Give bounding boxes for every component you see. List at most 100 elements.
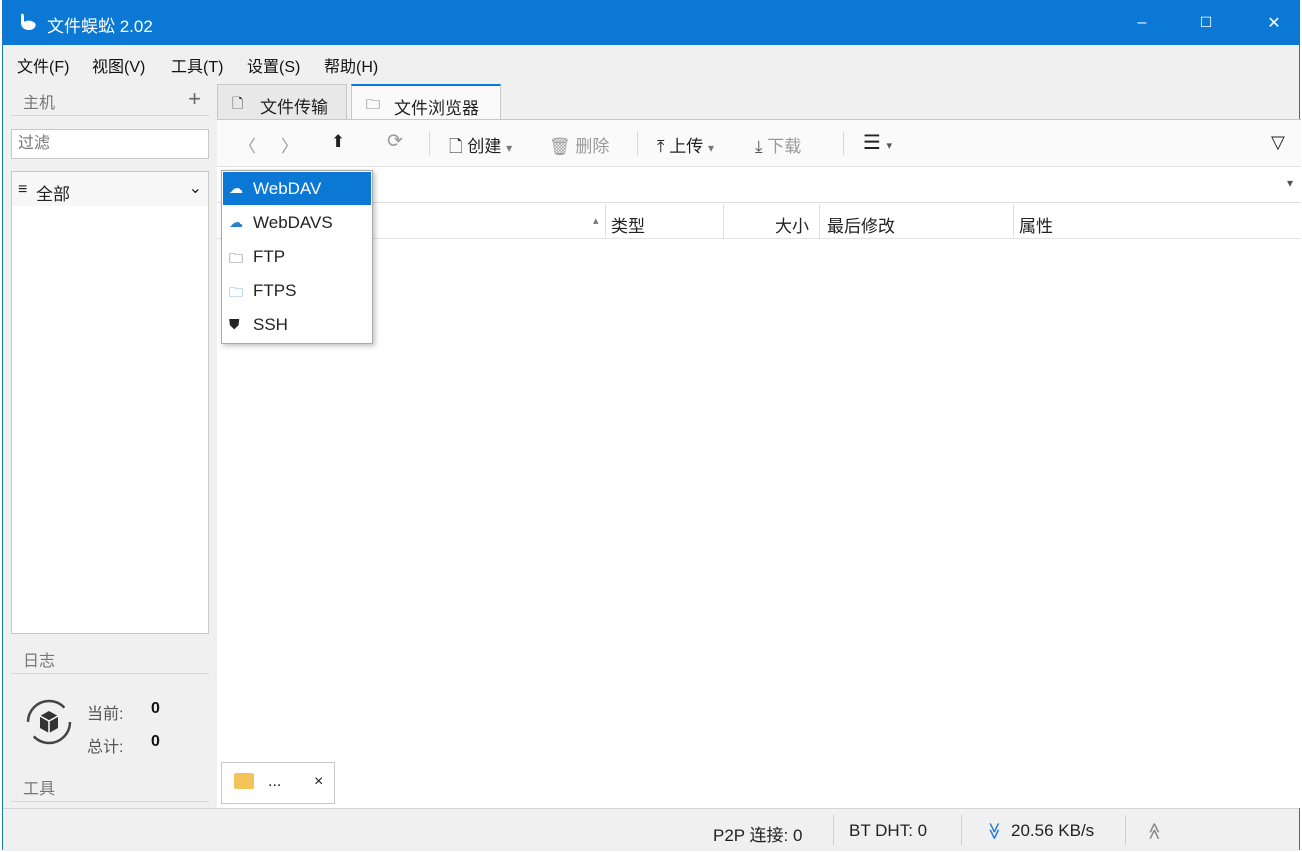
folder-icon bbox=[234, 773, 254, 789]
caret-down-icon: ▾ bbox=[886, 140, 893, 152]
app-window: 文件蜈蚣 2.02 – ☐ ✕ 文件(F) 视图(V) 工具(T) 设置(S) … bbox=[2, 0, 1301, 851]
host-group-value: 全部 bbox=[36, 185, 70, 204]
up-button[interactable]: ⬆ bbox=[331, 132, 345, 152]
menu-item-label: WebDAV bbox=[253, 179, 322, 198]
download-speed: 20.56 KB/s bbox=[1011, 821, 1095, 840]
menu-item-label: FTP bbox=[253, 247, 286, 266]
title-bar: 文件蜈蚣 2.02 – ☐ ✕ bbox=[3, 0, 1299, 45]
menu-settings[interactable]: 设置(S) bbox=[247, 53, 300, 77]
upload-button[interactable]: ⤒ 上传 ▾ bbox=[657, 132, 714, 157]
caret-down-icon: ▾ bbox=[707, 141, 715, 155]
host-filter-field[interactable] bbox=[11, 129, 209, 159]
forward-button[interactable]: 〉 bbox=[281, 132, 298, 157]
cloud-icon: ☁ bbox=[229, 180, 243, 196]
column-attributes[interactable]: 属性 bbox=[1019, 212, 1053, 237]
folder-tab-label: ... bbox=[268, 773, 282, 790]
total-label: 总计: bbox=[87, 739, 124, 756]
download-speed-icon: ≫ bbox=[984, 822, 1004, 840]
log-title: 日志 bbox=[23, 653, 56, 670]
tools-title: 工具 bbox=[23, 781, 56, 798]
host-group-select[interactable]: ≡ 全部 ⌄ bbox=[11, 171, 209, 207]
close-button[interactable]: ✕ bbox=[1251, 0, 1297, 45]
browser-toolbar: 〈 〉 ⬆ ⟳ 🗋 创建 ▾ 🗑 删除 ⤒ 上传 ▾ ⤓ 下载 ☰ ▾ ▽ bbox=[217, 120, 1301, 167]
address-bar[interactable]: ▾ bbox=[217, 168, 1301, 203]
tab-file-transfer-label: 文件传输 bbox=[260, 98, 328, 117]
create-button[interactable]: 🗋 创建 ▾ bbox=[449, 132, 512, 163]
shield-icon: ⛊ bbox=[229, 316, 240, 332]
host-list[interactable] bbox=[11, 206, 209, 634]
filter-button[interactable]: ▽ bbox=[1271, 132, 1285, 153]
menu-item-label: WebDAVS bbox=[253, 213, 333, 232]
file-browser-panel: 〈 〉 ⬆ ⟳ 🗋 创建 ▾ 🗑 删除 ⤒ 上传 ▾ ⤓ 下载 ☰ ▾ ▽ ▾ … bbox=[217, 119, 1301, 808]
menu-bar: 文件(F) 视图(V) 工具(T) 设置(S) 帮助(H) bbox=[3, 45, 1299, 81]
upload-label: 上传 bbox=[669, 137, 704, 156]
download-icon: ⤓ bbox=[755, 137, 763, 156]
hosts-title: 主机 bbox=[23, 95, 56, 112]
total-count: 总计: 0 bbox=[87, 733, 160, 757]
chevron-down-icon: ⌄ bbox=[188, 180, 202, 197]
menu-tools[interactable]: 工具(T) bbox=[171, 53, 223, 77]
new-file-icon: 🗋 bbox=[449, 137, 463, 156]
menu-help[interactable]: 帮助(H) bbox=[324, 53, 378, 77]
sync-box-icon bbox=[26, 699, 72, 745]
delete-label: 删除 bbox=[575, 137, 610, 156]
column-size[interactable]: 大小 bbox=[775, 212, 809, 237]
status-bar: P2P 连接: 0 BT DHT: 0 ≫ 20.56 KB/s ≪ bbox=[3, 808, 1299, 851]
add-host-button[interactable]: + bbox=[188, 88, 201, 110]
menu-view[interactable]: 视图(V) bbox=[92, 53, 145, 77]
upload-icon: ⤒ bbox=[657, 137, 665, 156]
total-value: 0 bbox=[151, 733, 160, 750]
host-filter-input[interactable] bbox=[16, 130, 200, 158]
create-connection-menu: ☁ WebDAV ☁ WebDAVS 🗀 FTP 🗀 FTPS ⛊ SSH bbox=[221, 170, 373, 344]
tab-file-browser-label: 文件浏览器 bbox=[394, 99, 479, 118]
folder-icon: 🗀 bbox=[229, 250, 243, 266]
upload-speed-icon: ≪ bbox=[1144, 822, 1164, 840]
menu-item-ftp[interactable]: 🗀 FTP bbox=[223, 240, 371, 273]
menu-file[interactable]: 文件(F) bbox=[17, 53, 69, 77]
caret-down-icon: ▾ bbox=[506, 141, 513, 155]
cloud-icon: ☁ bbox=[229, 214, 243, 230]
tab-file-transfer[interactable]: 🗋 文件传输 bbox=[217, 84, 347, 119]
folder-icon: 🗀 bbox=[366, 96, 380, 112]
menu-item-webdav[interactable]: ☁ WebDAV bbox=[223, 172, 371, 205]
log-header: 日志 bbox=[7, 640, 209, 674]
close-tab-button[interactable]: × bbox=[314, 773, 323, 791]
menu-item-ssh[interactable]: ⛊ SSH bbox=[223, 308, 371, 341]
list-icon: ≡ bbox=[18, 181, 28, 198]
menu-item-webdavs[interactable]: ☁ WebDAVS bbox=[223, 206, 371, 239]
tab-file-browser[interactable]: 🗀 文件浏览器 bbox=[351, 84, 501, 121]
app-logo-icon bbox=[21, 13, 36, 30]
menu-item-ftps[interactable]: 🗀 FTPS bbox=[223, 274, 371, 307]
log-stats: 当前: 0 总计: 0 bbox=[11, 682, 209, 762]
trash-icon: 🗑 bbox=[549, 137, 571, 156]
create-label: 创建 bbox=[467, 137, 502, 156]
bt-dht-status: BT DHT: 0 bbox=[849, 821, 928, 840]
address-dropdown-icon[interactable]: ▾ bbox=[1287, 176, 1293, 190]
left-panel: 主机 + ≡ 全部 ⌄ 日志 当前: 0 bbox=[7, 82, 211, 806]
folder-icon: 🗀 bbox=[229, 284, 243, 300]
download-label: 下载 bbox=[767, 137, 802, 156]
window-title: 文件蜈蚣 2.02 bbox=[47, 17, 153, 36]
current-label: 当前: bbox=[87, 706, 124, 723]
hosts-header: 主机 + bbox=[7, 82, 209, 116]
refresh-button[interactable]: ⟳ bbox=[387, 130, 403, 153]
current-count: 当前: 0 bbox=[87, 700, 160, 724]
maximize-button[interactable]: ☐ bbox=[1183, 0, 1229, 45]
current-value: 0 bbox=[151, 700, 160, 717]
column-modified[interactable]: 最后修改 bbox=[827, 212, 895, 237]
delete-button[interactable]: 🗑 删除 bbox=[549, 132, 609, 157]
p2p-status: P2P 连接: 0 bbox=[713, 826, 803, 845]
menu-icon: ☰ bbox=[863, 132, 881, 154]
document-icon: 🗋 bbox=[232, 95, 244, 111]
tools-header: 工具 bbox=[7, 768, 209, 802]
minimize-button[interactable]: – bbox=[1119, 0, 1165, 45]
sort-ascending-icon: ▴ bbox=[593, 215, 599, 227]
folder-tab[interactable]: ... × bbox=[221, 762, 335, 804]
column-header: ▴ 类型 大小 最后修改 属性 bbox=[217, 204, 1301, 239]
download-button[interactable]: ⤓ 下载 bbox=[755, 132, 801, 157]
view-menu-button[interactable]: ☰ ▾ bbox=[863, 130, 892, 155]
menu-item-label: SSH bbox=[253, 315, 288, 334]
column-type[interactable]: 类型 bbox=[611, 212, 645, 237]
menu-item-label: FTPS bbox=[253, 281, 297, 300]
back-button[interactable]: 〈 bbox=[239, 132, 256, 157]
